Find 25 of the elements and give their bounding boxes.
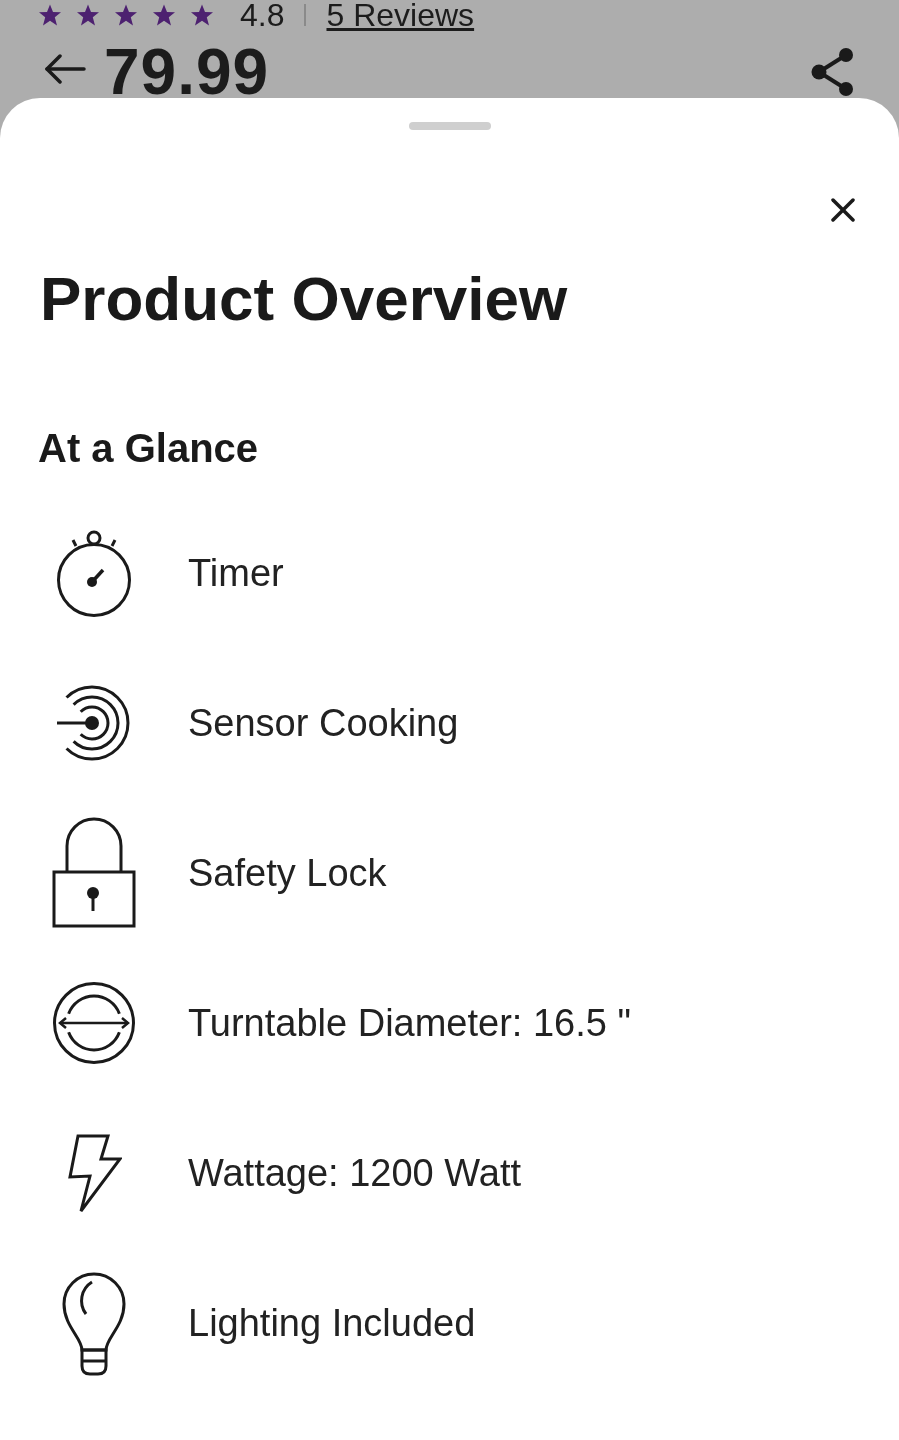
feature-label: Timer <box>188 551 284 595</box>
stopwatch-icon <box>55 528 133 618</box>
share-button[interactable] <box>810 47 854 97</box>
turntable-diameter-icon <box>52 981 136 1065</box>
price-text: 79.99 <box>104 47 270 97</box>
padlock-icon <box>52 817 136 929</box>
feature-label: Turntable Diameter: 16.5 " <box>188 1001 631 1045</box>
star-icon <box>114 3 138 27</box>
sheet-title: Product Overview <box>40 263 569 335</box>
star-icon <box>76 3 100 27</box>
star-icon <box>190 3 214 27</box>
rating-value: 4.8 <box>240 0 285 30</box>
star-icon <box>152 3 176 27</box>
section-heading: At a Glance <box>38 425 260 472</box>
drag-handle[interactable] <box>408 122 491 130</box>
star-icon <box>38 3 62 27</box>
reviews-link[interactable]: 5 Reviews <box>326 0 475 30</box>
feature-label: Wattage: 1200 Watt <box>188 1151 522 1195</box>
share-icon <box>810 47 854 97</box>
close-icon <box>831 198 855 222</box>
feature-label: Sensor Cooking <box>188 701 459 745</box>
feature-label: Lighting Included <box>188 1301 476 1345</box>
sensor-waves-icon <box>56 683 132 763</box>
feature-label: Safety Lock <box>188 851 387 895</box>
lightning-bolt-icon <box>66 1132 122 1214</box>
